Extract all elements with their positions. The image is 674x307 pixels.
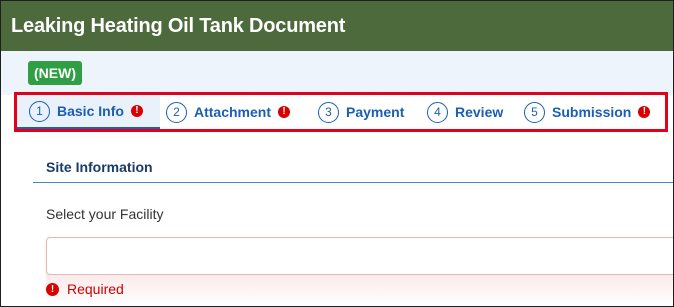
step-label: Review bbox=[455, 104, 504, 120]
step-label: Basic Info bbox=[57, 103, 124, 119]
step-number-circle: 2 bbox=[166, 101, 187, 123]
error-icon: ! bbox=[130, 105, 143, 117]
facility-field-label: Select your Facility bbox=[46, 206, 164, 222]
title-bar: Leaking Heating Oil Tank Document bbox=[1, 1, 673, 51]
required-error-message: ! Required bbox=[46, 281, 124, 297]
section-title: Site Information bbox=[46, 159, 153, 175]
step-number-circle: 4 bbox=[427, 101, 448, 123]
error-highlight bbox=[46, 275, 673, 306]
step-number-circle: 1 bbox=[29, 100, 50, 122]
step-review[interactable]: 4 Review bbox=[427, 95, 503, 129]
error-icon: ! bbox=[46, 282, 59, 296]
step-attachment[interactable]: 2 Attachment ! bbox=[166, 95, 291, 129]
step-number-circle: 5 bbox=[524, 101, 545, 123]
step-payment[interactable]: 3 Payment bbox=[318, 95, 404, 129]
required-text: Required bbox=[67, 281, 124, 297]
status-strip: (NEW) bbox=[1, 51, 673, 95]
app-window: Leaking Heating Oil Tank Document (NEW) … bbox=[0, 0, 674, 307]
step-number-circle: 3 bbox=[318, 101, 339, 123]
page-title: Leaking Heating Oil Tank Document bbox=[11, 15, 346, 37]
error-icon: ! bbox=[638, 106, 651, 118]
step-submission[interactable]: 5 Submission ! bbox=[524, 95, 651, 129]
facility-select-input[interactable] bbox=[46, 237, 673, 275]
content-area: (NEW) 1 Basic Info ! 2 Attachment ! 3 Pa… bbox=[1, 51, 673, 306]
error-icon: ! bbox=[278, 106, 291, 118]
section-divider bbox=[33, 182, 673, 183]
status-badge: (NEW) bbox=[28, 61, 82, 85]
step-label: Payment bbox=[346, 104, 405, 120]
step-label: Submission bbox=[552, 104, 632, 120]
step-basic-info[interactable]: 1 Basic Info ! bbox=[17, 95, 160, 129]
step-label: Attachment bbox=[194, 104, 272, 120]
step-navigation: 1 Basic Info ! 2 Attachment ! 3 Payment … bbox=[14, 92, 668, 132]
